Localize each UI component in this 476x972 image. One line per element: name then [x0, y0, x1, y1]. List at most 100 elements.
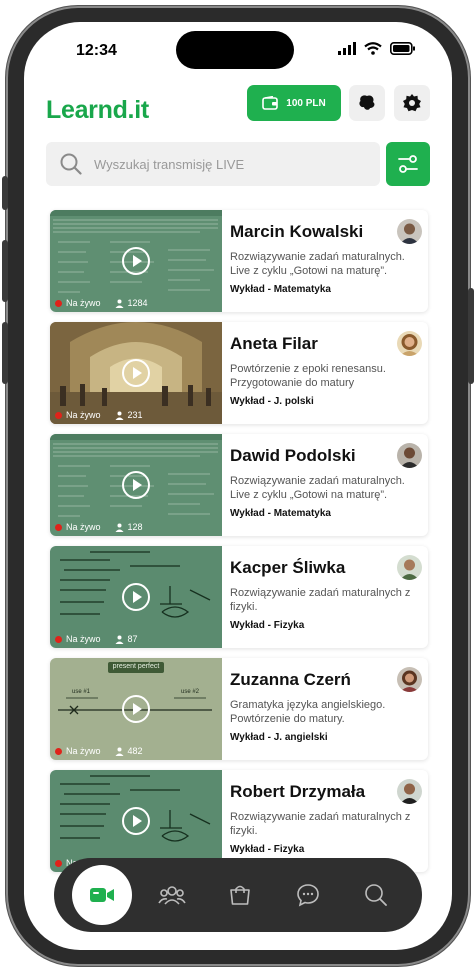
viewer-count: 87 [127, 634, 138, 644]
app-screen: 12:34 Learnd.it 100 PLN Wyszukaj transmi… [24, 22, 452, 950]
notifications-button[interactable] [349, 85, 385, 121]
stream-info: Aneta Filar Powtórzenie z epoki renesans… [230, 332, 420, 390]
stream-description: Rozwiązywanie zadań maturalnych. Live z … [230, 251, 405, 277]
stream-list: Na żywo 1284 Marcin Kowalski Rozwiązywan… [50, 210, 428, 882]
stream-category: Wykład - J. angielski [230, 732, 328, 743]
live-indicator-icon [55, 299, 62, 307]
stream-description: Powtórzenie z epoki renesansu. Przygotow… [230, 363, 386, 389]
stream-thumbnail[interactable]: Na żywo 231 [50, 322, 222, 424]
avatar-image [397, 219, 422, 244]
streamer-name: Aneta Filar [230, 334, 318, 353]
viewer-count: 231 [127, 410, 143, 420]
play-button[interactable] [122, 807, 150, 835]
board-title: present perfect [112, 663, 160, 670]
play-icon [133, 367, 142, 379]
stream-meta: Na żywo 1284 [55, 298, 148, 308]
live-label: Na żywo [66, 746, 101, 756]
gear-icon [403, 94, 421, 112]
viewer-count: 1284 [127, 298, 148, 308]
stream-info: Dawid Podolski Rozwiązywanie zadań matur… [230, 444, 420, 502]
viewers-icon [115, 411, 124, 420]
live-label: Na żywo [66, 298, 101, 308]
avatar[interactable] [397, 219, 422, 244]
stream-meta: Na żywo 482 [55, 746, 143, 756]
app-logo: Learnd.it [46, 96, 149, 124]
live-label: Na żywo [66, 410, 101, 420]
nav-live[interactable] [72, 865, 132, 925]
nav-messages[interactable] [280, 867, 336, 923]
silent-switch [2, 176, 8, 210]
avatar[interactable] [397, 331, 422, 356]
viewers-icon [115, 299, 124, 308]
chat-bubble-icon [297, 884, 319, 907]
power-button [468, 288, 474, 384]
stream-info: Marcin Kowalski Rozwiązywanie zadań matu… [230, 220, 420, 278]
stream-card[interactable]: Na żywo 87 Kacper Śliwka Rozwiązywanie z… [50, 546, 428, 648]
stream-category: Wykład - Fizyka [230, 844, 305, 855]
live-label: Na żywo [66, 634, 101, 644]
live-label: Na żywo [66, 522, 101, 532]
avatar-image [397, 555, 422, 580]
avatar[interactable] [397, 779, 422, 804]
stream-card[interactable]: Na żywo Robert Drzymała Rozwiązywanie za… [50, 770, 428, 872]
play-button[interactable] [122, 359, 150, 387]
search-bar[interactable] [46, 142, 380, 186]
streamer-name: Robert Drzymała [230, 782, 366, 801]
avatar[interactable] [397, 667, 422, 692]
nav-community[interactable] [144, 867, 200, 923]
stream-meta: Na żywo 231 [55, 410, 143, 420]
play-icon [133, 591, 142, 603]
avatar-image [397, 667, 422, 692]
viewers-icon [115, 747, 124, 756]
stream-card[interactable]: present perfect use #1 use #2 Na żywo 48… [50, 658, 428, 760]
settings-button[interactable] [394, 85, 430, 121]
nav-shop[interactable] [212, 867, 268, 923]
stream-thumbnail[interactable]: Na żywo 87 [50, 546, 222, 648]
filter-button[interactable] [386, 142, 430, 186]
stream-card[interactable]: Na żywo 1284 Marcin Kowalski Rozwiązywan… [50, 210, 428, 312]
stream-card[interactable]: Na żywo 231 Aneta Filar Powtórzenie z ep… [50, 322, 428, 424]
status-time: 12:34 [76, 42, 117, 59]
wallet-amount: 100 PLN [286, 97, 326, 109]
viewer-count: 482 [127, 746, 143, 756]
stream-thumbnail[interactable]: Na żywo 128 [50, 434, 222, 536]
stream-category: Wykład - Fizyka [230, 620, 305, 631]
live-indicator-icon [55, 859, 62, 867]
search-icon [60, 153, 82, 175]
viewers-icon [115, 523, 124, 532]
board-label-use-2: use #2 [181, 689, 200, 695]
live-indicator-icon [55, 635, 62, 643]
stream-info: Zuzanna Czerń Gramatyka języka angielski… [230, 668, 420, 726]
play-button[interactable] [122, 247, 150, 275]
stream-meta: Na żywo 87 [55, 634, 138, 644]
wallet-button[interactable]: 100 PLN [247, 85, 341, 121]
avatar-image [397, 779, 422, 804]
avatar[interactable] [397, 555, 422, 580]
stream-description: Rozwiązywanie zadań maturalnych z fizyki… [230, 587, 411, 613]
live-indicator-icon [55, 747, 62, 755]
stream-thumbnail[interactable]: Na żywo 1284 [50, 210, 222, 312]
search-icon [365, 884, 387, 906]
avatar-image [397, 443, 422, 468]
people-icon [158, 886, 186, 905]
streamer-name: Zuzanna Czerń [230, 670, 351, 689]
viewer-count: 128 [127, 522, 143, 532]
streamer-name: Dawid Podolski [230, 446, 356, 465]
nav-search[interactable] [348, 867, 404, 923]
shopping-bag-icon [230, 885, 250, 905]
avatar[interactable] [397, 443, 422, 468]
streamer-name: Kacper Śliwka [230, 558, 346, 577]
play-icon [133, 703, 142, 715]
stream-card[interactable]: Na żywo 128 Dawid Podolski Rozwiązywanie… [50, 434, 428, 536]
play-button[interactable] [122, 695, 150, 723]
viewers-icon [115, 635, 124, 644]
live-indicator-icon [55, 411, 62, 419]
stream-thumbnail[interactable]: present perfect use #1 use #2 Na żywo 48… [50, 658, 222, 760]
play-button[interactable] [122, 471, 150, 499]
search-input[interactable] [94, 156, 344, 172]
stream-description: Rozwiązywanie zadań maturalnych. Live z … [230, 475, 405, 501]
play-button[interactable] [122, 583, 150, 611]
stream-thumbnail[interactable]: Na żywo [50, 770, 222, 872]
battery-icon [390, 42, 415, 55]
stream-info: Kacper Śliwka Rozwiązywanie zadań matura… [230, 556, 420, 614]
